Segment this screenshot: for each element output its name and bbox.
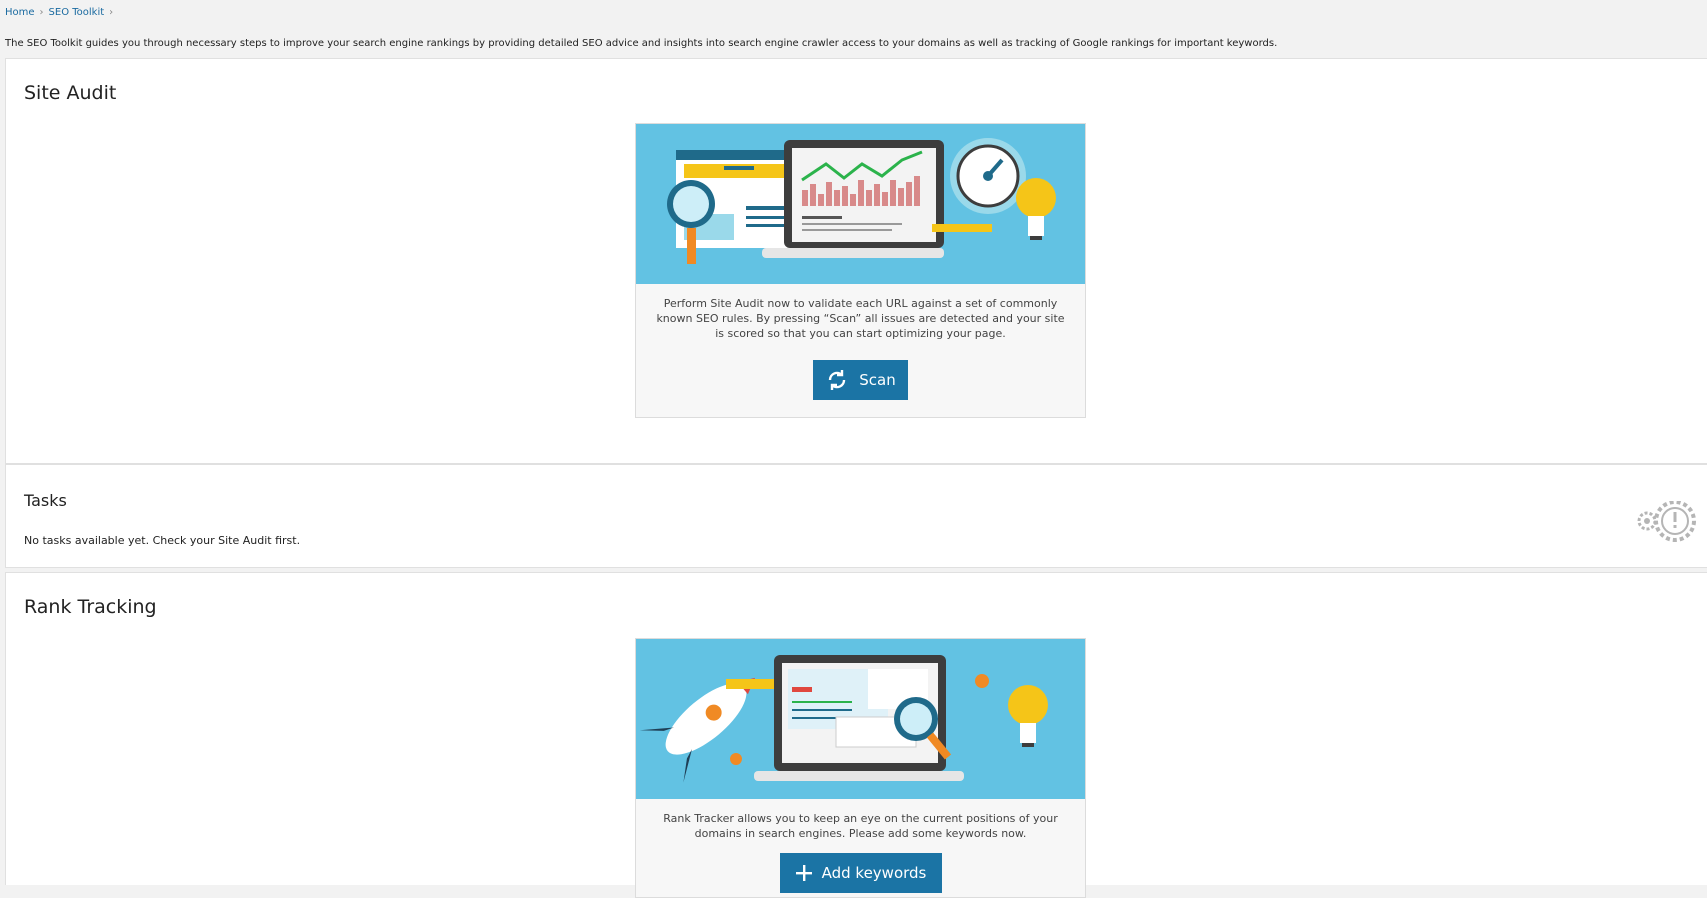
- site-audit-description: Perform Site Audit now to validate each …: [656, 297, 1065, 340]
- intro-text: The SEO Toolkit guides you through neces…: [5, 38, 1278, 49]
- site-audit-panel: Site Audit Perform Site Audit now to val…: [5, 58, 1707, 464]
- add-keywords-button-label: Add keywords: [821, 864, 927, 882]
- rank-tracking-illustration: [636, 639, 1085, 799]
- breadcrumb-seo-toolkit-link[interactable]: SEO Toolkit: [49, 7, 105, 18]
- tasks-empty-text: No tasks available yet. Check your Site …: [24, 534, 301, 547]
- breadcrumb-home-link[interactable]: Home: [5, 7, 35, 18]
- refresh-icon: [829, 370, 846, 390]
- chevron-right-icon: ›: [39, 7, 44, 18]
- gears-warning-icon: [1637, 501, 1696, 542]
- rank-tracking-title: Rank Tracking: [24, 596, 157, 618]
- rank-tracking-card: Rank Tracker allows you to keep an eye o…: [635, 638, 1086, 898]
- chevron-right-icon: ›: [109, 7, 114, 18]
- rank-tracking-panel: Rank Tracking Rank Tracker allows you to…: [5, 572, 1707, 898]
- site-audit-illustration: [636, 124, 1085, 284]
- tasks-title: Tasks: [24, 491, 67, 510]
- breadcrumb: Home › SEO Toolkit ›: [5, 7, 118, 18]
- site-audit-title: Site Audit: [24, 82, 117, 104]
- rank-tracking-description: Rank Tracker allows you to keep an eye o…: [663, 812, 1058, 840]
- add-keywords-button[interactable]: Add keywords: [780, 853, 942, 893]
- tasks-panel: Tasks No tasks available yet. Check your…: [5, 464, 1707, 568]
- scan-button-label: Scan: [859, 371, 896, 389]
- scan-button[interactable]: Scan: [813, 360, 908, 400]
- plus-icon: [795, 865, 812, 881]
- site-audit-card: Perform Site Audit now to validate each …: [635, 123, 1086, 418]
